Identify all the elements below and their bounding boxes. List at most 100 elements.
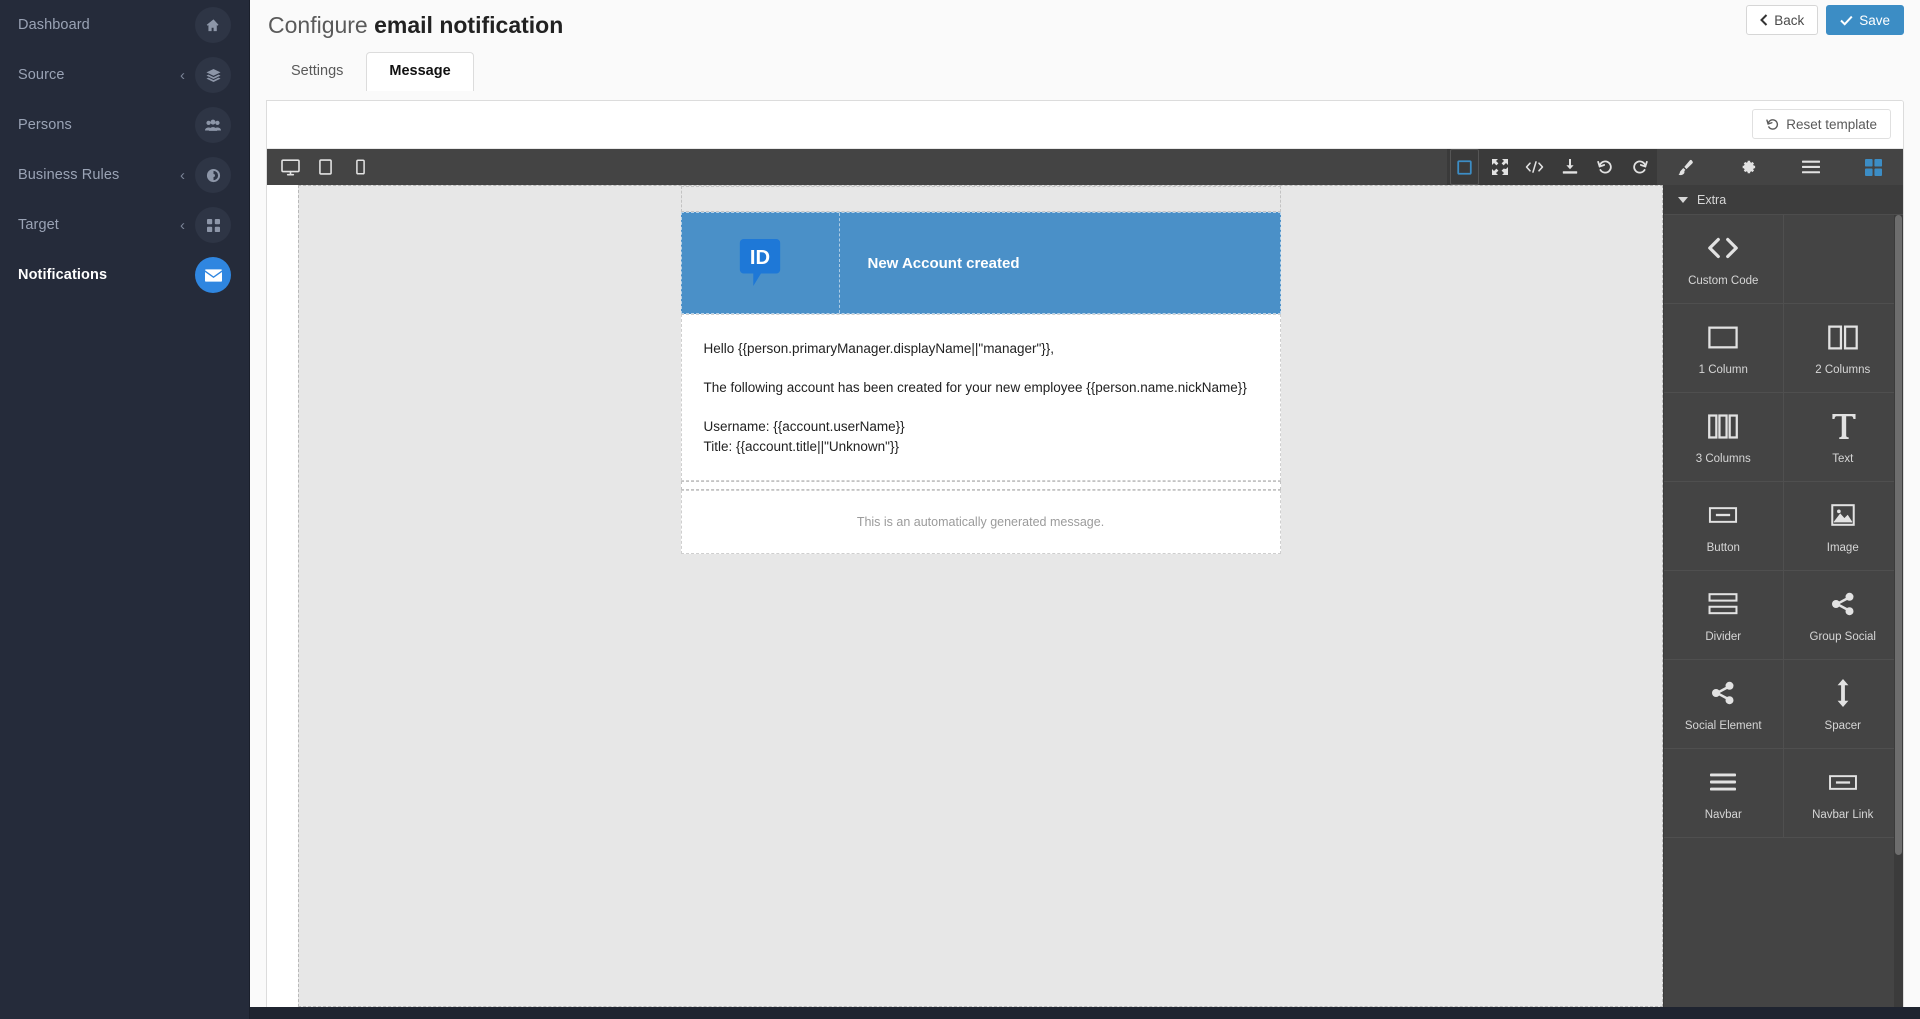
block-1-column[interactable]: 1 Column — [1664, 304, 1784, 393]
block-text[interactable]: Text — [1783, 393, 1903, 482]
save-button[interactable]: Save — [1826, 5, 1904, 35]
canvas-left-gutter — [267, 185, 298, 1007]
check-icon — [1840, 15, 1853, 26]
email-body-line: Title: {{account.title||"Unknown"}} — [703, 438, 899, 454]
chevron-left-icon[interactable]: ‹ — [180, 168, 185, 183]
block-label: Text — [1832, 453, 1854, 465]
email-header-title[interactable]: New Account created — [840, 213, 1280, 313]
sidebar-item-source[interactable]: Source ‹ — [0, 50, 249, 100]
chevron-left-icon[interactable]: ‹ — [180, 68, 185, 83]
block-label: Social Element — [1684, 720, 1762, 732]
email-body-text[interactable]: Hello {{person.primaryManager.displayNam… — [680, 314, 1281, 481]
sidebar-item-label: Dashboard — [18, 17, 90, 33]
header-actions: Back Save — [1746, 5, 1904, 35]
code-brackets-icon — [1706, 231, 1740, 265]
reset-template-label: Reset template — [1786, 116, 1877, 132]
panel-toolbar: Reset template — [267, 101, 1903, 148]
reset-template-button[interactable]: Reset template — [1752, 109, 1891, 139]
page-header: Configure email notification Settings Me… — [250, 0, 1920, 100]
desktop-view-icon[interactable] — [273, 152, 308, 182]
redo-icon[interactable] — [1622, 149, 1657, 185]
block-placeholder — [1783, 215, 1903, 304]
mobile-view-icon[interactable] — [343, 152, 378, 182]
block-spacer[interactable]: Spacer — [1783, 660, 1903, 749]
id-logo-icon: ID — [739, 239, 781, 287]
block-image[interactable]: Image — [1783, 482, 1903, 571]
block-label: Divider — [1705, 631, 1742, 643]
sidebar-item-target[interactable]: Target ‹ — [0, 200, 249, 250]
email-header-row[interactable]: ID New Account created — [680, 212, 1281, 314]
main-content: Configure email notification Settings Me… — [250, 0, 1920, 1019]
tab-label: Settings — [291, 63, 344, 79]
image-icon — [1831, 498, 1855, 532]
code-view-icon[interactable] — [1517, 149, 1552, 185]
tab-settings[interactable]: Settings — [268, 52, 366, 91]
block-label: Navbar Link — [1812, 809, 1874, 821]
sidebar-item-label: Notifications — [18, 267, 108, 283]
message-panel: Reset template ID New Account created He… — [266, 100, 1904, 1019]
page-title-strong: email notification — [374, 12, 564, 38]
share-icon — [1831, 587, 1855, 621]
block-label: Image — [1826, 542, 1859, 554]
editor-actions — [1447, 149, 1903, 185]
block-navbar[interactable]: Navbar — [1664, 749, 1784, 838]
import-icon[interactable] — [1552, 149, 1587, 185]
email-row-gap[interactable] — [680, 480, 1281, 490]
sidebar-item-persons[interactable]: Persons — [0, 100, 249, 150]
sidebar-item-label: Target — [18, 217, 59, 233]
email-row-spacer[interactable] — [680, 186, 1281, 212]
chevron-down-icon — [1678, 196, 1688, 203]
email-footer-row[interactable]: This is an automatically generated messa… — [680, 489, 1281, 554]
envelope-icon — [195, 257, 231, 293]
undo-icon[interactable] — [1587, 149, 1622, 185]
email-canvas-wrapper: ID New Account created Hello {{person.pr… — [267, 185, 1663, 1018]
tablet-view-icon[interactable] — [308, 152, 343, 182]
navbar-link-icon — [1828, 765, 1858, 799]
divider-icon — [1708, 587, 1738, 621]
block-label: Navbar — [1704, 809, 1742, 821]
one-column-icon — [1708, 320, 1738, 354]
settings-gear-icon[interactable] — [1730, 152, 1765, 182]
blocks-grid: Custom Code 1 Column 2 Columns 3 Columns… — [1664, 215, 1903, 838]
layers-icon — [195, 57, 231, 93]
save-button-label: Save — [1859, 12, 1890, 28]
share-icon — [1711, 676, 1735, 710]
block-label: 2 Columns — [1815, 364, 1871, 376]
block-group-social[interactable]: Group Social — [1783, 571, 1903, 660]
paint-brush-icon[interactable] — [1667, 152, 1702, 182]
spacer-arrows-icon — [1836, 676, 1850, 710]
blocks-category-extra[interactable]: Extra — [1664, 185, 1903, 215]
block-2-columns[interactable]: 2 Columns — [1783, 304, 1903, 393]
blocks-panel-scrollbar[interactable] — [1894, 215, 1903, 1018]
sidebar-item-label: Persons — [18, 117, 72, 133]
block-custom-code[interactable]: Custom Code — [1664, 215, 1784, 304]
grid-icon — [195, 207, 231, 243]
email-logo-cell[interactable]: ID — [682, 213, 840, 313]
blocks-icon[interactable] — [1856, 152, 1891, 182]
editor-body: ID New Account created Hello {{person.pr… — [267, 185, 1903, 1018]
bottom-strip — [250, 1007, 1920, 1019]
tab-message[interactable]: Message — [366, 52, 474, 92]
block-label: Group Social — [1809, 631, 1876, 643]
borders-toggle-icon[interactable] — [1450, 149, 1479, 185]
navbar-icon — [1710, 765, 1737, 799]
fullscreen-icon[interactable] — [1482, 149, 1517, 185]
block-label: Custom Code — [1688, 275, 1759, 287]
back-button[interactable]: Back — [1746, 5, 1819, 35]
sidebar-item-label: Business Rules — [18, 167, 120, 183]
email-body-line: Hello {{person.primaryManager.displayNam… — [703, 341, 1055, 356]
block-divider[interactable]: Divider — [1664, 571, 1784, 660]
layer-manager-icon[interactable] — [1793, 152, 1828, 182]
chevron-left-icon[interactable]: ‹ — [180, 218, 185, 233]
sidebar-item-business-rules[interactable]: Business Rules ‹ — [0, 150, 249, 200]
svg-text:ID: ID — [750, 247, 770, 269]
email-canvas[interactable]: ID New Account created Hello {{person.pr… — [298, 185, 1663, 1007]
block-navbar-link[interactable]: Navbar Link — [1783, 749, 1903, 838]
sidebar-item-dashboard[interactable]: Dashboard — [0, 0, 249, 50]
page-title-prefix: Configure — [268, 12, 375, 38]
blocks-category-label: Extra — [1697, 192, 1727, 207]
block-3-columns[interactable]: 3 Columns — [1664, 393, 1784, 482]
block-button[interactable]: Button — [1664, 482, 1784, 571]
sidebar-item-notifications[interactable]: Notifications — [0, 250, 249, 300]
block-social-element[interactable]: Social Element — [1664, 660, 1784, 749]
